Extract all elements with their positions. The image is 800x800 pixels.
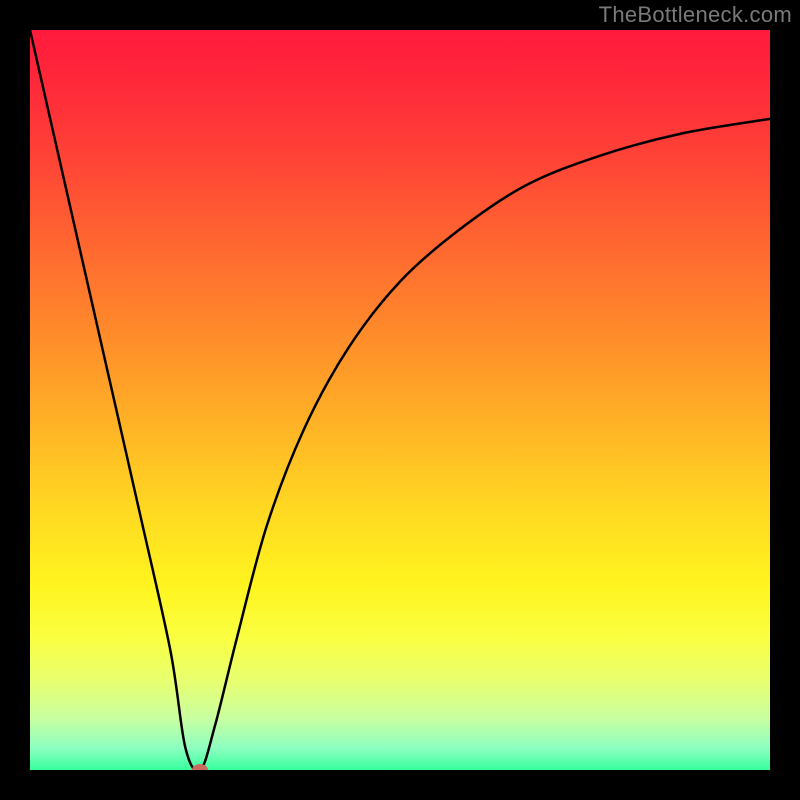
chart-frame: TheBottleneck.com xyxy=(0,0,800,800)
minimum-marker xyxy=(192,764,208,770)
watermark-text: TheBottleneck.com xyxy=(599,2,792,28)
bottleneck-curve xyxy=(30,30,770,770)
curve-path xyxy=(30,30,770,770)
plot-area xyxy=(30,30,770,770)
